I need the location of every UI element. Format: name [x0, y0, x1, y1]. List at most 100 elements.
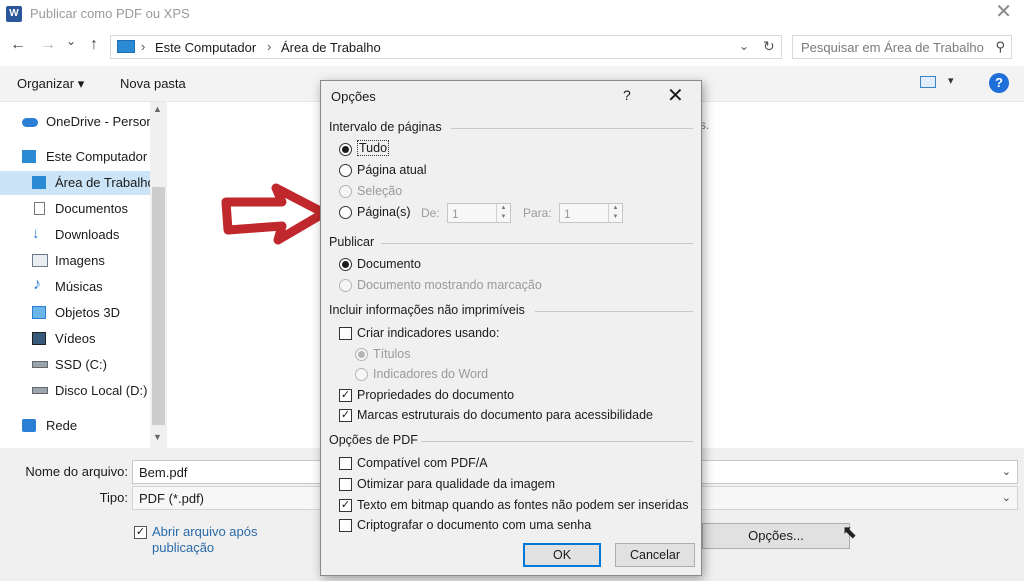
- sidebar-item-this-pc[interactable]: Este Computador: [0, 145, 150, 169]
- sidebar-item-desktop[interactable]: Área de Trabalho: [0, 171, 150, 195]
- sidebar-item-label: Objetos 3D: [55, 305, 121, 320]
- network-icon: [22, 419, 36, 432]
- breadcrumb-item[interactable]: Este Computador: [155, 40, 256, 55]
- radio-document-markup-label: Documento mostrando marcação: [357, 278, 542, 292]
- music-icon: ♪: [33, 276, 41, 293]
- create-bookmarks-checkbox[interactable]: [339, 327, 352, 340]
- sidebar-item-label: Área de Trabalho: [55, 175, 150, 190]
- sidebar-item-onedrive[interactable]: OneDrive - Person: [0, 110, 150, 134]
- chevron-down-icon[interactable]: ⌄: [1002, 465, 1011, 478]
- chevron-down-icon[interactable]: ⌄: [1002, 491, 1011, 504]
- sidebar-item-disco-d[interactable]: Disco Local (D:): [0, 379, 150, 403]
- structure-tags-checkbox[interactable]: ✓: [339, 409, 352, 422]
- radio-current-page-label[interactable]: Página atual: [357, 163, 427, 177]
- radio-word-bookmarks-label: Indicadores do Word: [373, 367, 489, 381]
- address-bar[interactable]: › Este Computador › Área de Trabalho ⌄ ↻: [110, 35, 782, 59]
- radio-selection: [339, 185, 352, 198]
- bitmap-text-checkbox[interactable]: ✓: [339, 499, 352, 512]
- sidebar-scrollbar[interactable]: ▲ ▼: [150, 102, 167, 448]
- breadcrumb-item[interactable]: Área de Trabalho: [281, 40, 381, 55]
- address-dropdown-chevron-icon[interactable]: ⌄: [739, 39, 749, 53]
- radio-document-label[interactable]: Documento: [357, 257, 421, 271]
- scroll-down-chevron-icon[interactable]: ▼: [153, 432, 162, 442]
- pdf-options-header: Opções de PDF: [329, 433, 418, 447]
- divider: [421, 441, 693, 442]
- search-placeholder: Pesquisar em Área de Trabalho: [801, 40, 984, 55]
- from-page-value: 1: [452, 207, 459, 221]
- encrypt-label[interactable]: Criptografar o documento com uma senha: [357, 518, 591, 532]
- filename-label: Nome do arquivo:: [25, 464, 128, 479]
- back-arrow-icon[interactable]: ←: [10, 36, 26, 54]
- encrypt-checkbox[interactable]: [339, 519, 352, 532]
- divider: [451, 128, 693, 129]
- sidebar-item-downloads[interactable]: ↓ Downloads: [0, 223, 150, 247]
- optimize-image-label[interactable]: Otimizar para qualidade da imagem: [357, 477, 555, 491]
- radio-all-pages[interactable]: [339, 143, 352, 156]
- cancel-button[interactable]: Cancelar: [615, 543, 695, 567]
- doc-properties-label[interactable]: Propriedades do documento: [357, 388, 514, 402]
- help-icon[interactable]: ?: [989, 73, 1009, 93]
- forward-arrow-icon[interactable]: →: [40, 36, 56, 54]
- radio-page-range-label[interactable]: Página(s): [357, 205, 411, 219]
- scroll-up-chevron-icon[interactable]: ▲: [153, 104, 162, 114]
- new-folder-button[interactable]: Nova pasta: [120, 76, 186, 91]
- structure-tags-label[interactable]: Marcas estruturais do documento para ace…: [357, 408, 653, 422]
- search-input[interactable]: Pesquisar em Área de Trabalho ⚲: [792, 35, 1012, 59]
- filename-value: Bem.pdf: [139, 465, 188, 480]
- radio-page-range[interactable]: [339, 206, 352, 219]
- window-close-button[interactable]: ✕: [995, 2, 1012, 22]
- radio-selection-label: Seleção: [357, 184, 403, 198]
- recent-locations-chevron-icon[interactable]: ⌄: [66, 34, 76, 48]
- radio-headings: [355, 348, 368, 361]
- documents-icon: [34, 202, 45, 215]
- computer-icon: [117, 40, 135, 53]
- scrollbar-thumb[interactable]: [152, 187, 165, 425]
- optimize-image-checkbox[interactable]: [339, 478, 352, 491]
- refresh-icon[interactable]: ↻: [763, 38, 775, 55]
- sidebar-item-music[interactable]: ♪ Músicas: [0, 275, 150, 299]
- options-button[interactable]: Opções...: [702, 523, 850, 549]
- organize-button[interactable]: Organizar ▾: [17, 76, 84, 92]
- pdfa-checkbox[interactable]: [339, 457, 352, 470]
- ok-button[interactable]: OK: [523, 543, 601, 567]
- doc-properties-checkbox[interactable]: ✓: [339, 389, 352, 402]
- sidebar-item-network[interactable]: Rede: [0, 414, 150, 438]
- radio-document[interactable]: [339, 258, 352, 271]
- page-range-header: Intervalo de páginas: [329, 120, 442, 134]
- dialog-help-button[interactable]: ?: [623, 87, 631, 103]
- spinner-arrows-icon[interactable]: ▲ ▼: [608, 204, 622, 222]
- radio-all-pages-label[interactable]: Tudo: [357, 140, 390, 156]
- non-printing-header: Incluir informações não imprimíveis: [329, 303, 525, 317]
- sidebar-item-3d-objects[interactable]: Objetos 3D: [0, 301, 150, 325]
- from-page-label: De:: [421, 206, 440, 220]
- dialog-close-button[interactable]: ✕: [667, 83, 684, 108]
- mouse-cursor-icon: ⬉: [842, 522, 858, 542]
- bitmap-text-label[interactable]: Texto em bitmap quando as fontes não pod…: [357, 498, 688, 512]
- sidebar-item-label: OneDrive - Person: [46, 114, 150, 129]
- options-dialog: Opções ? ✕ Intervalo de páginas Tudo Pág…: [320, 80, 702, 576]
- open-after-publish-checkbox[interactable]: ✓: [134, 526, 147, 539]
- navigation-pane: OneDrive - Person Este Computador Área d…: [0, 102, 168, 448]
- desktop-icon: [32, 176, 46, 189]
- videos-icon: [32, 332, 46, 345]
- up-folder-arrow-icon[interactable]: ↑: [90, 36, 98, 54]
- all-pages-text: Tudo: [357, 140, 390, 156]
- cloud-icon: [22, 118, 38, 127]
- view-dropdown-icon[interactable]: ▾: [948, 74, 954, 87]
- create-bookmarks-label[interactable]: Criar indicadores usando:: [357, 326, 499, 340]
- view-options-icon[interactable]: [920, 76, 936, 88]
- sidebar-item-ssd-c[interactable]: SSD (C:): [0, 353, 150, 377]
- downloads-icon: ↓: [32, 225, 40, 242]
- sidebar-item-documents[interactable]: Documentos: [0, 197, 150, 221]
- computer-icon: [22, 150, 36, 163]
- to-page-spinner[interactable]: 1 ▲ ▼: [559, 203, 623, 223]
- from-page-spinner[interactable]: 1 ▲ ▼: [447, 203, 511, 223]
- sidebar-item-images[interactable]: Imagens: [0, 249, 150, 273]
- sidebar-item-label: Disco Local (D:): [55, 383, 148, 398]
- open-after-publish-label[interactable]: Abrir arquivo após publicação: [152, 524, 272, 556]
- navigation-bar: ← → ⌄ ↑ › Este Computador › Área de Trab…: [0, 32, 1024, 62]
- radio-current-page[interactable]: [339, 164, 352, 177]
- pdfa-label[interactable]: Compatível com PDF/A: [357, 456, 488, 470]
- sidebar-item-videos[interactable]: Vídeos: [0, 327, 150, 351]
- spinner-arrows-icon[interactable]: ▲ ▼: [496, 204, 510, 222]
